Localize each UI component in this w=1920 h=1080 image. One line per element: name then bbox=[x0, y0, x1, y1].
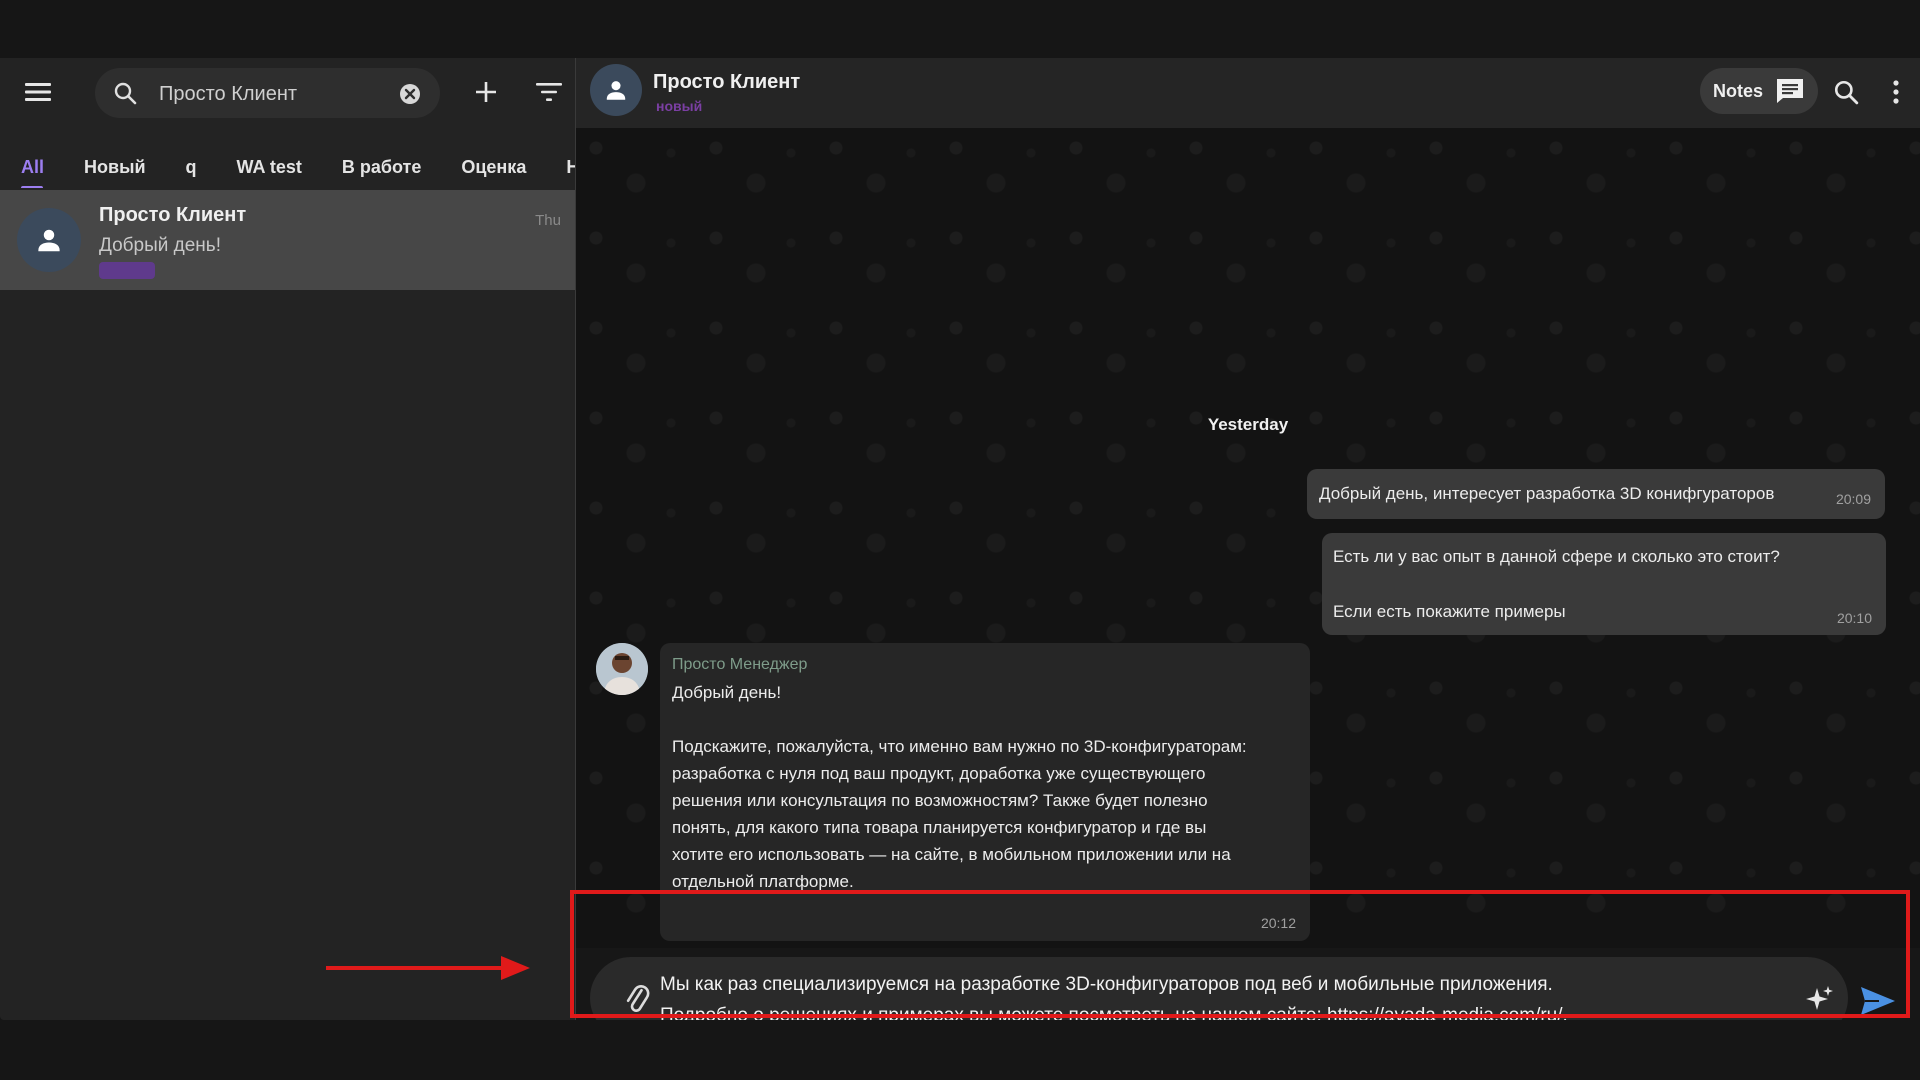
incoming-message[interactable]: Просто Менеджер Добрый день! Подскажите,… bbox=[660, 643, 1310, 941]
filter-button[interactable] bbox=[531, 74, 567, 110]
attach-button[interactable] bbox=[618, 979, 658, 1019]
composer-text[interactable]: Мы как раз специализируемся на разработк… bbox=[660, 969, 1710, 1020]
message-composer: Мы как раз специализируемся на разработк… bbox=[576, 948, 1920, 1020]
message-text: Есть ли у вас опыт в данной сфере и скол… bbox=[1333, 547, 1780, 566]
outgoing-message[interactable]: Есть ли у вас опыт в данной сфере и скол… bbox=[1322, 533, 1886, 635]
message-list[interactable]: Yesterday Добрый день, интересует разраб… bbox=[576, 128, 1920, 948]
composer-line: Мы как раз специализируемся на разработк… bbox=[660, 974, 1553, 995]
tab-all[interactable]: All bbox=[0, 146, 64, 188]
conversation-panel: Просто Клиент новый Notes Yesterday Добр… bbox=[576, 58, 1920, 1020]
chat-status-tag bbox=[99, 262, 155, 279]
notes-button[interactable]: Notes bbox=[1700, 68, 1818, 114]
clear-search-button[interactable] bbox=[398, 82, 422, 106]
plus-icon bbox=[476, 82, 496, 102]
message-input[interactable]: Мы как раз специализируемся на разработк… bbox=[590, 957, 1848, 1020]
search-icon bbox=[1834, 80, 1859, 105]
message-search-button[interactable] bbox=[1826, 72, 1866, 112]
contact-avatar[interactable] bbox=[590, 64, 642, 116]
clear-icon bbox=[400, 84, 420, 104]
person-photo-icon bbox=[596, 643, 648, 695]
more-vertical-icon bbox=[1893, 80, 1899, 104]
chat-filter-tabs: All Новый q WA test В работе Оценка Н bbox=[0, 146, 575, 188]
tab-evaluation[interactable]: Оценка bbox=[441, 146, 546, 188]
message-text: Если есть покажите примеры bbox=[1333, 602, 1566, 621]
message-text: Добрый день, интересует разработка 3D ко… bbox=[1319, 484, 1775, 503]
tab-truncated[interactable]: Н bbox=[546, 146, 575, 188]
conversation-header: Просто Клиент новый Notes bbox=[576, 58, 1920, 129]
search-input[interactable] bbox=[157, 76, 391, 112]
person-icon bbox=[38, 229, 60, 252]
message-time: 20:09 bbox=[1835, 491, 1871, 507]
message-time: 20:10 bbox=[1836, 610, 1872, 626]
tab-in-progress[interactable]: В работе bbox=[322, 146, 442, 188]
chat-list-panel: All Новый q WA test В работе Оценка Н Пр… bbox=[0, 58, 576, 1020]
person-icon bbox=[606, 81, 626, 100]
more-options-button[interactable] bbox=[1878, 72, 1914, 112]
search-icon bbox=[114, 82, 137, 105]
tab-new[interactable]: Новый bbox=[64, 146, 166, 188]
chat-timestamp: Thu bbox=[535, 212, 561, 229]
tab-q[interactable]: q bbox=[166, 146, 217, 188]
send-icon bbox=[1861, 987, 1895, 1015]
notes-icon bbox=[1777, 79, 1803, 103]
ai-assist-button[interactable] bbox=[1800, 979, 1840, 1019]
date-separator: Yesterday bbox=[1207, 415, 1289, 434]
menu-icon bbox=[25, 83, 51, 101]
composer-line: Подробно о решениях и примерах вы можете… bbox=[660, 1005, 1568, 1020]
chat-search-box bbox=[95, 68, 440, 118]
arrow-right-icon bbox=[326, 956, 530, 980]
manager-avatar bbox=[596, 643, 648, 695]
tab-wa-test[interactable]: WA test bbox=[217, 146, 322, 188]
contact-name: Просто Клиент bbox=[653, 71, 801, 93]
avatar bbox=[17, 208, 81, 272]
message-text: Подскажите, пожалуйста, что именно вам н… bbox=[672, 737, 1247, 891]
chat-last-message: Добрый день! bbox=[99, 235, 221, 256]
chat-name: Просто Клиент bbox=[99, 204, 247, 226]
chat-list-item[interactable]: Просто Клиент Добрый день! Thu bbox=[0, 190, 575, 290]
message-sender: Просто Менеджер bbox=[672, 656, 808, 673]
menu-button[interactable] bbox=[18, 72, 58, 112]
paperclip-icon bbox=[626, 985, 650, 1012]
contact-status: новый bbox=[656, 98, 703, 114]
outgoing-message[interactable]: Добрый день, интересует разработка 3D ко… bbox=[1307, 469, 1885, 519]
new-chat-button[interactable] bbox=[468, 74, 504, 110]
notes-label: Notes bbox=[1712, 80, 1763, 101]
message-text: Добрый день! bbox=[672, 683, 782, 702]
sparkle-icon bbox=[1806, 986, 1833, 1010]
filter-icon bbox=[536, 83, 562, 101]
send-button[interactable] bbox=[1854, 981, 1902, 1020]
message-time: 20:12 bbox=[1260, 915, 1296, 931]
